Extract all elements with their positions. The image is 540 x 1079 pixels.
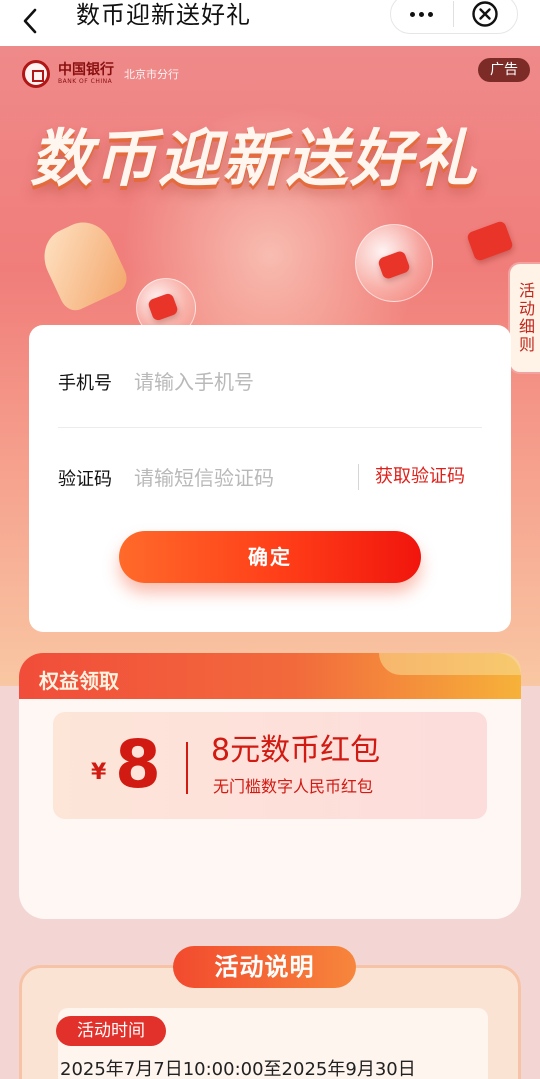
bank-logo-icon	[22, 60, 50, 88]
phone-input[interactable]	[134, 370, 354, 394]
hero-title: 数币迎新送好礼	[30, 122, 479, 195]
red-envelope-icon	[466, 220, 514, 262]
coupon-amount: 8	[115, 726, 161, 803]
phone-row: 手机号	[58, 362, 354, 402]
confirm-button[interactable]: 确定	[119, 531, 421, 583]
sms-code-input[interactable]	[134, 466, 354, 490]
bank-name-en: BANK OF CHINA	[58, 78, 113, 85]
top-nav-bar: 数币迎新送好礼	[0, 0, 540, 46]
code-row: 验证码	[58, 458, 354, 498]
mini-program-capsule	[390, 0, 518, 34]
phone-label: 手机号	[58, 373, 112, 394]
field-divider	[58, 427, 482, 428]
activity-time-text: 2025年7月7日10:00:00至2025年9月30日	[60, 1059, 416, 1079]
red-packet-coupon[interactable]: ¥ 8 8元数币红包 无门槛数字人民币红包	[53, 712, 487, 819]
code-label: 验证码	[58, 469, 112, 490]
branch-name: 北京市分行	[124, 68, 179, 81]
back-arrow-icon[interactable]	[18, 6, 44, 38]
activity-title: 活动说明	[173, 946, 356, 988]
bank-logo: 中国银行 BANK OF CHINA 北京市分行	[22, 60, 179, 88]
benefit-card: 权益领取 ¥ 8 8元数币红包 无门槛数字人民币红包	[19, 653, 521, 919]
phone-verify-modal: 手机号 验证码 获取验证码 确定	[29, 325, 511, 632]
coupon-name: 8元数币红包	[211, 733, 381, 768]
more-dots-icon[interactable]	[391, 0, 453, 33]
get-code-button[interactable]: 获取验证码	[375, 462, 465, 492]
coupon-divider	[186, 742, 188, 794]
bank-name-cn: 中国银行	[58, 62, 114, 78]
coupon-desc: 无门槛数字人民币红包	[213, 777, 374, 796]
megaphone-icon	[34, 212, 132, 316]
code-divider	[358, 464, 359, 490]
activity-time-badge: 活动时间	[56, 1016, 166, 1046]
rules-side-tab[interactable]: 活动细则	[508, 262, 540, 374]
page-title: 数币迎新送好礼	[76, 1, 251, 29]
currency-symbol: ¥	[91, 760, 107, 785]
rules-side-tab-label: 活动细则	[516, 282, 535, 354]
close-circle-icon[interactable]	[454, 0, 518, 33]
ad-tag: 广告	[478, 58, 530, 82]
benefit-title: 权益领取	[39, 669, 119, 693]
